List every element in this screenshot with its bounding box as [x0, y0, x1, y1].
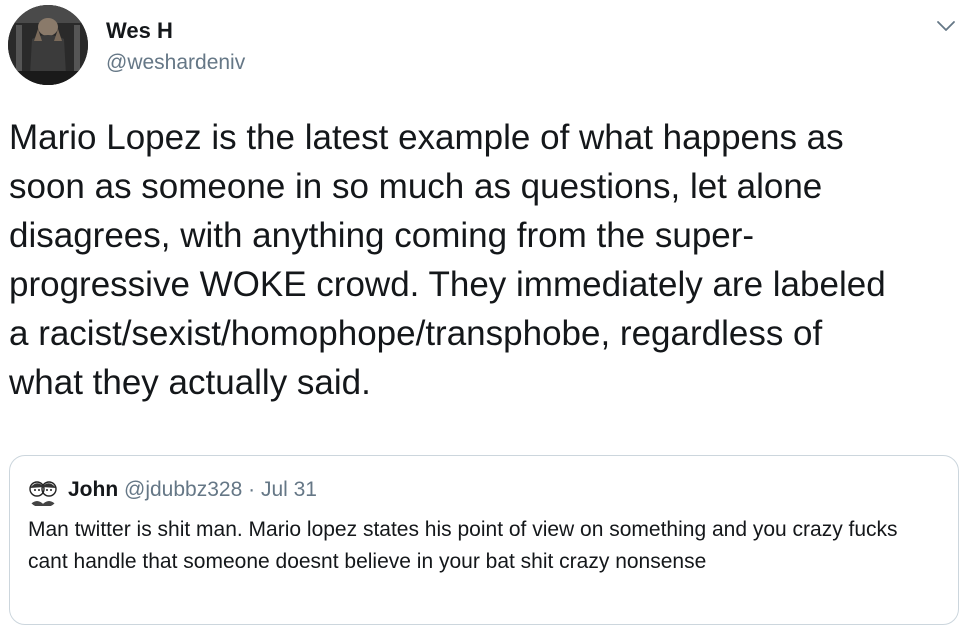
tweet-card: Wes H @weshardeniv Mario Lopez is the la… [0, 0, 973, 634]
quoted-tweet-text: Man twitter is shit man. Mario lopez sta… [28, 518, 898, 573]
author-handle[interactable]: @weshardeniv [106, 51, 245, 75]
author-avatar[interactable] [8, 5, 88, 85]
quoted-author-handle[interactable]: @jdubbz328 [124, 478, 242, 501]
meta-separator: · [242, 478, 261, 501]
author-display-name[interactable]: Wes H [106, 18, 173, 44]
user-avatar-icon [26, 474, 60, 508]
quoted-author-avatar[interactable] [26, 474, 60, 508]
tweet-menu-button[interactable] [932, 14, 960, 38]
quoted-author-name[interactable]: John [68, 478, 118, 501]
quoted-tweet-header: John @jdubbz328 · Jul 31 [68, 478, 317, 502]
tweet-text: Mario Lopez is the latest example of wha… [9, 118, 886, 402]
user-avatar-icon [8, 5, 88, 85]
quoted-tweet-date[interactable]: Jul 31 [261, 478, 317, 501]
quoted-tweet[interactable]: John @jdubbz328 · Jul 31 Man twitter is … [9, 455, 959, 625]
chevron-down-icon [937, 21, 955, 31]
